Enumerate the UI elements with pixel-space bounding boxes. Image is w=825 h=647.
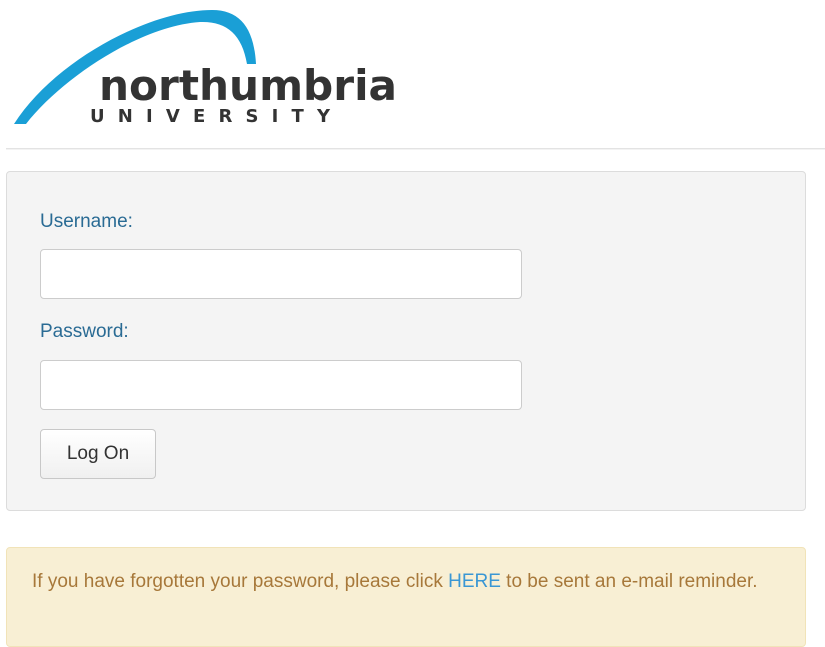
forgot-password-notice: If you have forgotten your password, ple… [6, 547, 806, 647]
username-input[interactable] [40, 249, 522, 299]
login-panel: Username: Password: Log On [6, 171, 806, 511]
log-on-button[interactable]: Log On [40, 429, 156, 479]
password-label: Password: [40, 321, 129, 342]
northumbria-logo-graphic: northumbria UNIVERSITY [14, 10, 397, 127]
password-input[interactable] [40, 360, 522, 410]
notice-text-after: to be sent an e-mail reminder. [500, 571, 758, 592]
username-label: Username: [40, 211, 133, 232]
notice-text-before: If you have forgotten your password, ple… [32, 571, 449, 592]
header-divider [6, 148, 825, 149]
university-logo: northumbria UNIVERSITY [0, 0, 825, 148]
logo-wordmark: northumbria [99, 61, 397, 110]
forgot-password-link[interactable]: HERE [448, 571, 501, 592]
